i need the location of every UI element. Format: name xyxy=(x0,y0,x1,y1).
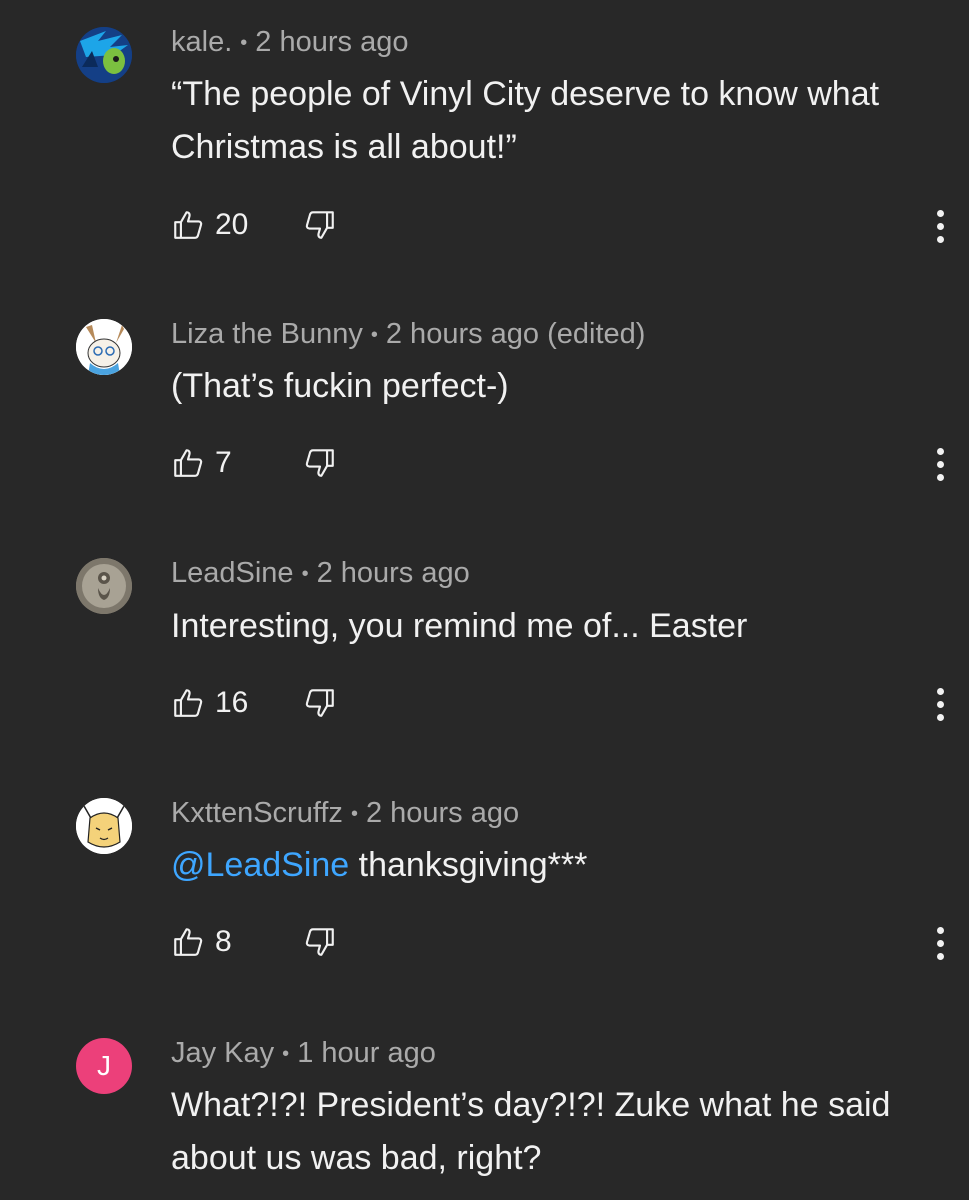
thumbs-down-icon xyxy=(303,208,337,242)
comment-text: (That’s fuckin perfect-) xyxy=(171,367,509,405)
like-count: 8 xyxy=(215,925,232,958)
separator-dot: • xyxy=(370,323,378,346)
more-options-icon[interactable] xyxy=(931,688,951,722)
comment-meta: Liza the Bunny • 2 hours ago (edited) xyxy=(171,318,645,351)
comment-text: What?!?! President’s day?!?! Zuke what h… xyxy=(171,1086,891,1177)
like-count: 7 xyxy=(215,446,232,479)
comment-actions: 8 xyxy=(171,925,951,965)
comment-meta: KxttenScruffz • 2 hours ago xyxy=(171,797,519,830)
like-button[interactable]: 7 xyxy=(171,446,232,480)
dislike-button[interactable] xyxy=(303,925,337,964)
thumbs-down-icon xyxy=(303,925,337,959)
thumbs-down-icon xyxy=(303,686,337,720)
thumbs-up-icon xyxy=(171,925,205,959)
comment-meta: LeadSine • 2 hours ago xyxy=(171,557,470,590)
author-name[interactable]: KxttenScruffz xyxy=(171,797,343,829)
thumbs-down-icon xyxy=(303,446,337,480)
comment-text: “The people of Vinyl City deserve to kno… xyxy=(171,75,880,166)
separator-dot: • xyxy=(301,562,309,585)
avatar-letter: J xyxy=(97,1050,111,1081)
author-name[interactable]: kale. xyxy=(171,26,232,58)
author-name[interactable]: Jay Kay xyxy=(171,1037,274,1069)
avatar[interactable] xyxy=(76,558,132,614)
avatar[interactable] xyxy=(76,319,132,375)
dislike-button[interactable] xyxy=(303,686,337,725)
like-button[interactable]: 20 xyxy=(171,208,248,242)
author-name[interactable]: Liza the Bunny xyxy=(171,318,363,350)
dislike-button[interactable] xyxy=(303,446,337,485)
comment-meta: kale. • 2 hours ago xyxy=(171,26,408,59)
comment-actions: 16 xyxy=(171,686,951,726)
comment-meta: Jay Kay • 1 hour ago xyxy=(171,1037,436,1070)
avatar[interactable] xyxy=(76,27,132,83)
more-options-icon[interactable] xyxy=(931,210,951,244)
like-count: 20 xyxy=(215,208,249,241)
mention-link[interactable]: @LeadSine xyxy=(171,846,349,884)
comment-time[interactable]: 1 hour ago xyxy=(297,1037,436,1069)
comment-text: Interesting, you remind me of... Easter xyxy=(171,607,748,645)
comment-time[interactable]: 2 hours ago xyxy=(255,26,408,58)
avatar[interactable]: J xyxy=(76,1038,132,1094)
separator-dot: • xyxy=(240,31,248,54)
thumbs-up-icon xyxy=(171,686,205,720)
more-options-icon[interactable] xyxy=(931,448,951,482)
separator-dot: • xyxy=(350,802,358,825)
comment-actions: 20 xyxy=(171,208,951,248)
more-options-icon[interactable] xyxy=(931,927,951,961)
thumbs-up-icon xyxy=(171,446,205,480)
comment-time[interactable]: 2 hours ago (edited) xyxy=(386,318,646,350)
separator-dot: • xyxy=(282,1042,290,1065)
comment-actions: 7 xyxy=(171,446,951,486)
like-button[interactable]: 8 xyxy=(171,925,232,959)
comment-time[interactable]: 2 hours ago xyxy=(366,797,519,829)
avatar[interactable] xyxy=(76,798,132,854)
author-name[interactable]: LeadSine xyxy=(171,557,294,589)
like-count: 16 xyxy=(215,686,249,719)
comment-text-rest: thanksgiving*** xyxy=(349,846,588,884)
dislike-button[interactable] xyxy=(303,208,337,247)
comment-time[interactable]: 2 hours ago xyxy=(317,557,470,589)
thumbs-up-icon xyxy=(171,208,205,242)
comment-text: @LeadSine thanksgiving*** xyxy=(171,839,931,892)
like-button[interactable]: 16 xyxy=(171,686,248,720)
